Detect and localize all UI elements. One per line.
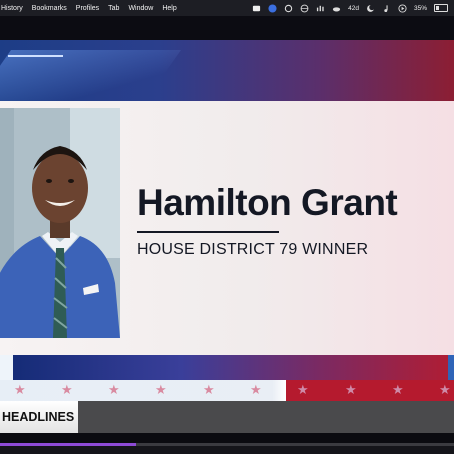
stars-band: ★ ★ ★ ★ ★ ★ ★ ★ ★ ★ (0, 380, 454, 401)
candidate-photo (0, 108, 120, 338)
battery-icon[interactable] (434, 4, 448, 12)
menu-bar: History Bookmarks Profiles Tab Window He… (0, 0, 454, 16)
star-icon: ★ (155, 382, 167, 397)
menu-profiles[interactable]: Profiles (76, 5, 99, 12)
star-icon: ★ (108, 382, 120, 397)
camera-icon[interactable] (252, 4, 261, 13)
globe-icon[interactable] (300, 4, 309, 13)
flag-band (0, 355, 454, 380)
candidate-portrait-illustration (0, 108, 120, 338)
video-frame[interactable]: Hamilton Grant HOUSE DISTRICT 79 WINNER … (0, 40, 454, 454)
headlines-label: HEADLINES (0, 401, 78, 433)
star-icon: ★ (297, 382, 309, 397)
menu-help[interactable]: Help (162, 5, 176, 12)
menu-window[interactable]: Window (128, 5, 153, 12)
battery-percent-text: 35% (413, 4, 427, 12)
play-circle-icon[interactable] (398, 3, 407, 13)
profile-badge-icon[interactable] (268, 3, 277, 13)
name-divider (137, 231, 279, 233)
weather-cloud-icon[interactable] (332, 4, 341, 13)
star-icon: ★ (14, 382, 26, 397)
star-icon: ★ (439, 382, 451, 397)
browser-toolbar (0, 16, 454, 40)
menu-tab[interactable]: Tab (108, 5, 119, 12)
menu-bookmarks[interactable]: Bookmarks (32, 5, 67, 12)
light-streak (0, 50, 182, 101)
sync-icon[interactable] (284, 4, 293, 13)
star-icon: ★ (345, 382, 357, 397)
star-icon: ★ (392, 382, 404, 397)
music-note-icon[interactable] (382, 4, 391, 13)
temperature-text: 42d (348, 4, 359, 12)
flag-band-blue-edge (448, 355, 454, 380)
candidate-title: HOUSE DISTRICT 79 WINNER (137, 241, 369, 258)
moon-icon[interactable] (366, 4, 375, 13)
lower-third-card: Hamilton Grant HOUSE DISTRICT 79 WINNER (0, 101, 454, 355)
star-icon: ★ (61, 382, 73, 397)
candidate-name: Hamilton Grant (137, 182, 398, 223)
menu-history[interactable]: History (1, 5, 23, 12)
graphic-top-band (0, 40, 454, 101)
audio-bars-icon[interactable] (316, 4, 325, 13)
star-icon: ★ (250, 382, 262, 397)
flag-band-white-edge (0, 355, 13, 380)
player-bottom-strip (0, 446, 454, 454)
accent-line (8, 55, 63, 57)
star-icon: ★ (203, 382, 215, 397)
